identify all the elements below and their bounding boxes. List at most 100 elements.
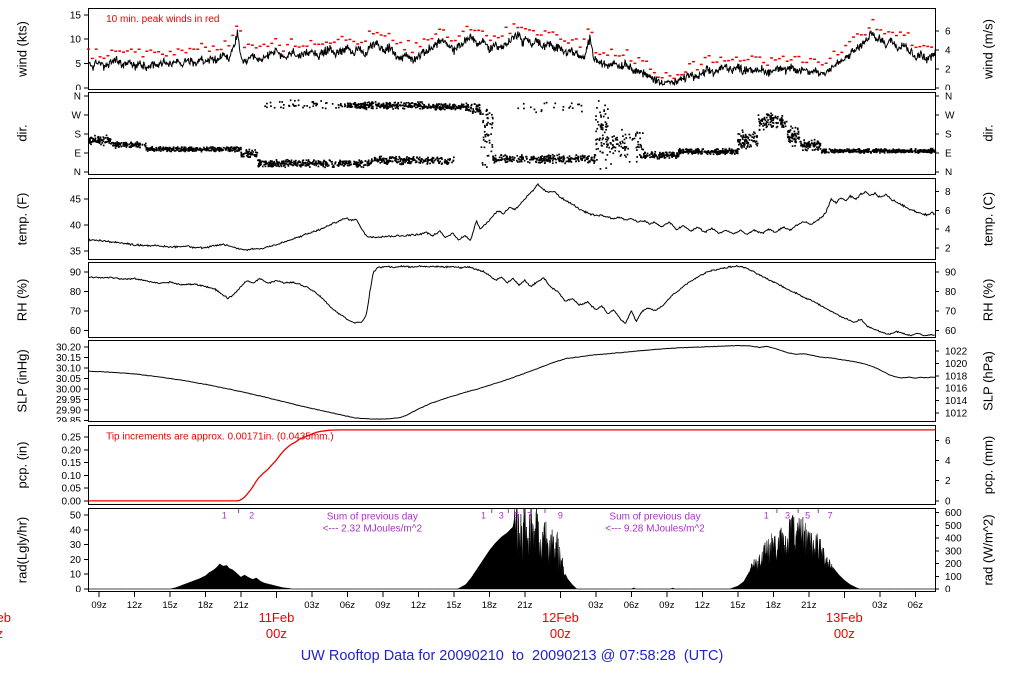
svg-text:06z: 06z: [340, 600, 356, 611]
temp-left-axis-label: temp. (F): [14, 192, 30, 246]
panel-rh-plot: 60 70 80 90 60 70 80 90: [70, 262, 957, 338]
direction-scatter: [87, 99, 937, 170]
panel-rh-left-ticks: 60 70 80 90: [70, 267, 88, 337]
svg-text:N: N: [74, 92, 81, 103]
svg-text:90: 90: [70, 267, 82, 278]
svg-text:3: 3: [785, 511, 790, 521]
panel-dir-left-ticks: NESWN: [72, 92, 88, 175]
svg-text:29.85: 29.85: [56, 416, 81, 422]
svg-text:1022: 1022: [945, 346, 968, 357]
svg-text:6: 6: [945, 206, 951, 217]
panel-wind-right-ticks: 0 2 4 6: [935, 27, 951, 90]
svg-text:90: 90: [945, 267, 957, 278]
rh-left-axis-label: RH (%): [14, 278, 30, 322]
svg-text:200: 200: [945, 559, 962, 570]
svg-text:0: 0: [75, 84, 81, 90]
svg-text:03z: 03z: [588, 600, 604, 611]
svg-text:30.15: 30.15: [56, 353, 81, 364]
svg-text:03z: 03z: [304, 600, 320, 611]
svg-text:9: 9: [558, 511, 563, 521]
svg-text:60: 60: [945, 326, 957, 337]
rh-right-axis-label: RH (%): [980, 278, 996, 322]
svg-text:6: 6: [945, 436, 951, 447]
svg-text:1020: 1020: [945, 359, 968, 370]
svg-text:1018: 1018: [945, 371, 968, 382]
svg-text:600: 600: [945, 508, 962, 519]
pcp-right-axis-label: pcp. (mm): [980, 435, 996, 495]
panel-rad-left-ticks: 0 10 20 30 40 50: [70, 510, 88, 592]
svg-text:21z: 21z: [517, 600, 533, 611]
svg-text:70: 70: [70, 307, 82, 318]
svg-text:50: 50: [70, 510, 82, 521]
svg-text:2: 2: [945, 476, 951, 487]
svg-text:11Feb: 11Feb: [258, 610, 294, 625]
svg-text:0.20: 0.20: [62, 445, 82, 456]
rad-right-axis-label: rad (W/m^2): [980, 514, 996, 586]
svg-text:5: 5: [514, 511, 519, 521]
svg-text:10Feb: 10Feb: [0, 610, 11, 625]
svg-text:1016: 1016: [945, 384, 968, 395]
svg-text:13Feb: 13Feb: [826, 610, 863, 625]
panel-dir-plot: NESWNNESWN: [72, 92, 955, 175]
svg-text:<--- 9.28 MJoules/m^2: <--- 9.28 MJoules/m^2: [605, 523, 705, 534]
svg-text:12z: 12z: [411, 600, 427, 611]
svg-text:500: 500: [945, 521, 962, 532]
x-axis: 09z 12z 15z 18z 21z 03z 06z 09z 12z 15z 18z 21z 03z 0…: [0, 592, 923, 641]
svg-text:18z: 18z: [198, 600, 214, 611]
svg-text:2: 2: [945, 243, 951, 254]
svg-text:09z: 09z: [91, 600, 107, 611]
svg-text:0: 0: [945, 84, 951, 90]
svg-text:E: E: [74, 149, 81, 160]
svg-text:2: 2: [249, 511, 254, 521]
svg-text:29.90: 29.90: [56, 406, 81, 417]
panel-wind-plot: 0 5 10 15 0 2 4 6 10 min. peak winds in red: [70, 8, 951, 90]
svg-text:03z: 03z: [872, 600, 888, 611]
svg-text:60: 60: [70, 326, 82, 337]
svg-text:70: 70: [945, 307, 957, 318]
svg-text:30: 30: [70, 540, 82, 551]
svg-text:45: 45: [70, 194, 82, 205]
svg-text:30.05: 30.05: [56, 374, 81, 385]
svg-text:15: 15: [70, 10, 82, 21]
panel-slp-right-ticks: 101210141016 10181020 1022: [935, 346, 968, 419]
svg-text:12z: 12z: [695, 600, 711, 611]
svg-text:29.95: 29.95: [56, 395, 81, 406]
svg-text:0.25: 0.25: [62, 433, 82, 444]
svg-text:S: S: [945, 130, 952, 141]
svg-text:1014: 1014: [945, 396, 968, 407]
svg-text:100: 100: [945, 572, 962, 583]
svg-text:00z: 00z: [0, 626, 3, 641]
panel-temp-left-ticks: 35 40 45: [70, 194, 88, 258]
chart-title: UW Rooftop Data for 20090210 to 20090213…: [300, 648, 724, 664]
panel-pcp-left-ticks: 0.000.05 0.10 0.15 0.200.25: [62, 433, 88, 505]
svg-text:12Feb: 12Feb: [542, 610, 579, 625]
svg-text:10: 10: [70, 570, 82, 581]
svg-text:15z: 15z: [446, 600, 462, 611]
svg-text:12z: 12z: [127, 600, 143, 611]
panel-rh-right-ticks: 60 70 80 90: [935, 267, 957, 337]
panel-pcp-plot: 0.000.05 0.10 0.15 0.200.25 0 2 4 6 Tip incremen…: [62, 425, 951, 505]
rad-left-axis-label: rad(Lgly/hr): [14, 516, 30, 584]
svg-text:6: 6: [945, 27, 951, 38]
svg-text:1: 1: [222, 511, 227, 521]
svg-text:N: N: [945, 92, 952, 103]
dir-left-axis-label: dir.: [14, 124, 30, 142]
svg-text:30.00: 30.00: [56, 384, 81, 395]
svg-text:00z: 00z: [550, 626, 571, 641]
svg-text:21z: 21z: [233, 600, 249, 611]
svg-text:40: 40: [70, 525, 82, 536]
svg-text:00z: 00z: [266, 626, 287, 641]
svg-text:4: 4: [945, 456, 951, 467]
svg-text:30.10: 30.10: [56, 363, 81, 374]
svg-text:7: 7: [527, 511, 532, 521]
svg-text:15z: 15z: [162, 600, 178, 611]
svg-text:400: 400: [945, 534, 962, 545]
dir-right-axis-label: dir.: [980, 124, 996, 142]
svg-text:09z: 09z: [375, 600, 391, 611]
svg-text:3: 3: [499, 511, 504, 521]
svg-text:0.00: 0.00: [62, 496, 82, 505]
temp-right-axis-label: temp. (C): [980, 191, 996, 247]
svg-text:1: 1: [481, 511, 486, 521]
svg-text:0.10: 0.10: [62, 471, 82, 482]
panel-rad-plot: 010203040500100200300400500600Sum of pre…: [70, 508, 962, 592]
